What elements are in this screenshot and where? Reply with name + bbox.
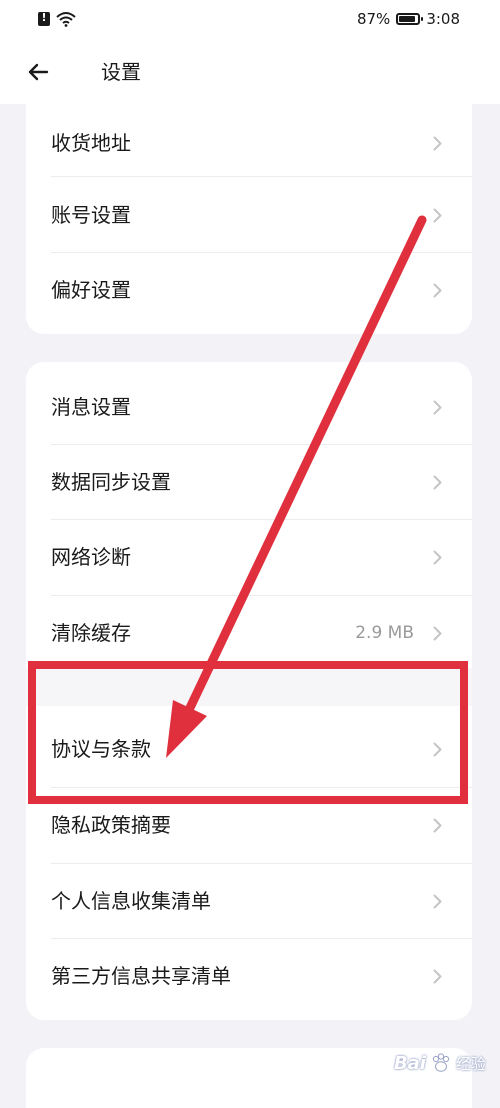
page-title: 设置: [101, 60, 141, 84]
settings-item-personal-info-list[interactable]: 个人信息收集清单: [26, 864, 472, 939]
chevron-right-icon: [433, 283, 442, 298]
cache-size: 2.9 MB: [355, 623, 414, 643]
chevron-right-icon: [433, 969, 442, 984]
chevron-right-icon: [433, 626, 442, 641]
settings-item-label: 消息设置: [51, 395, 131, 419]
settings-item-preferences[interactable]: 偏好设置: [26, 253, 472, 328]
battery-icon: [396, 13, 424, 25]
settings-item-account[interactable]: 账号设置: [26, 178, 472, 253]
settings-group-general: 消息设置 数据同步设置 网络诊断 清除缓存 2.9 MB 协议与条款 隐私政策摘…: [26, 362, 472, 1020]
watermark-brand: Bai: [393, 1052, 426, 1074]
status-icons-right: 87% 3:08: [357, 9, 460, 29]
settings-item-label: 账号设置: [51, 203, 131, 227]
settings-item-third-party-sharing[interactable]: 第三方信息共享清单: [26, 939, 472, 1014]
settings-item-label: 隐私政策摘要: [51, 813, 171, 837]
settings-item-clear-cache[interactable]: 清除缓存 2.9 MB: [26, 596, 472, 671]
settings-item-label: 偏好设置: [51, 278, 131, 302]
chevron-right-icon: [433, 550, 442, 565]
settings-item-data-sync[interactable]: 数据同步设置: [26, 445, 472, 520]
section-spacer: [26, 668, 472, 706]
settings-item-label: 清除缓存: [51, 621, 131, 645]
battery-percentage: 87%: [356, 10, 391, 28]
settings-item-label: 第三方信息共享清单: [51, 964, 231, 988]
settings-item-network-diagnosis[interactable]: 网络诊断: [26, 520, 472, 595]
clock: 3:08: [426, 10, 460, 28]
chevron-right-icon: [433, 818, 442, 833]
settings-item-label: 数据同步设置: [51, 470, 171, 494]
nav-bar: 设置: [0, 40, 500, 104]
chevron-right-icon: [433, 742, 442, 757]
chevron-right-icon: [433, 208, 442, 223]
chevron-right-icon: [433, 136, 442, 151]
settings-item-label: 收货地址: [51, 131, 131, 155]
watermark-sub: 经验: [455, 1054, 486, 1073]
watermark: Bai 经验: [394, 1048, 486, 1078]
chevron-right-icon: [433, 475, 442, 490]
chevron-right-icon: [433, 894, 442, 909]
settings-item-shipping-address[interactable]: 收货地址: [26, 106, 472, 181]
wifi-icon: [56, 12, 76, 27]
chevron-right-icon: [433, 400, 442, 415]
arrow-left-icon[interactable]: [26, 60, 50, 84]
settings-item-label: 个人信息收集清单: [51, 889, 211, 913]
settings-item-label: 协议与条款: [51, 737, 151, 761]
settings-item-privacy-summary[interactable]: 隐私政策摘要: [26, 788, 472, 863]
alert-icon: [38, 11, 50, 26]
settings-item-terms[interactable]: 协议与条款: [26, 712, 472, 787]
divider: [51, 176, 472, 177]
paw-icon: [432, 1053, 450, 1072]
settings-item-label: 网络诊断: [51, 545, 131, 569]
settings-item-messages[interactable]: 消息设置: [26, 370, 472, 445]
status-bar: 87% 3:08: [0, 0, 500, 40]
status-icons-left: [38, 9, 76, 29]
settings-group-account: 收货地址 账号设置 偏好设置: [26, 104, 472, 334]
